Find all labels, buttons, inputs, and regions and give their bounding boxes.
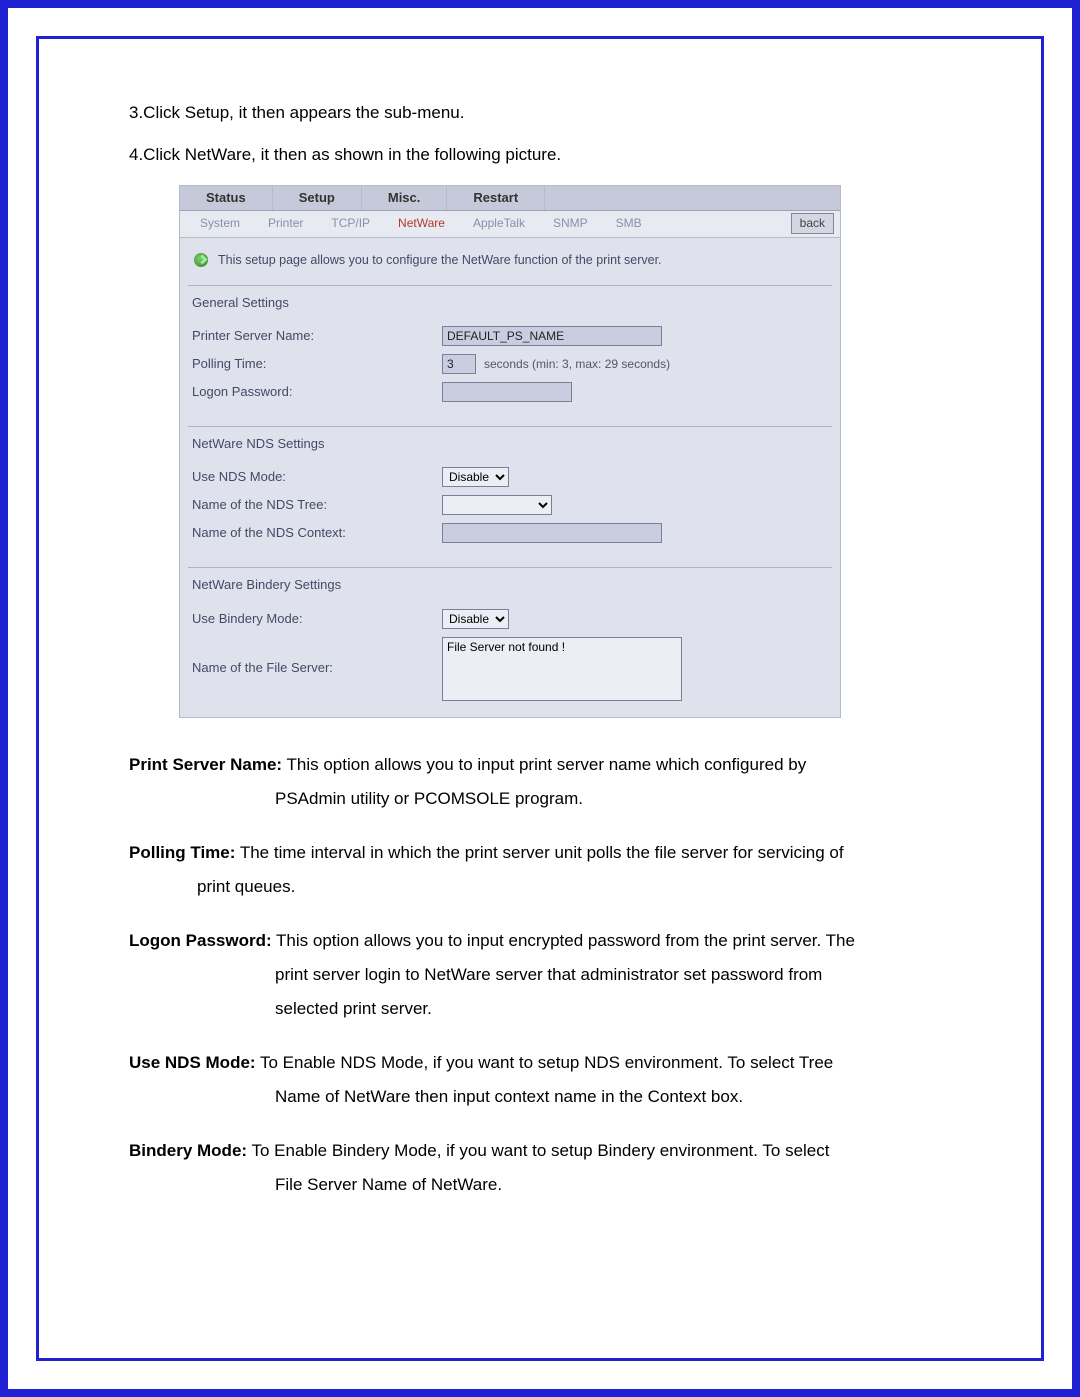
label-use-nds: Use NDS Mode: xyxy=(192,468,442,486)
select-use-bindery[interactable]: Disable xyxy=(442,609,509,629)
input-nds-context[interactable] xyxy=(442,523,662,543)
def-nds: Use NDS Mode: To Enable NDS Mode, if you… xyxy=(129,1046,951,1114)
sub-tabs: System Printer TCP/IP NetWare AppleTalk … xyxy=(180,211,840,238)
step-3: 3.Click Setup, it then appears the sub-m… xyxy=(129,101,951,125)
input-polling[interactable] xyxy=(442,354,476,374)
def-logon-label: Logon Password: xyxy=(129,931,272,950)
input-logon[interactable] xyxy=(442,382,572,402)
def-ps-name-l1: This option allows you to input print se… xyxy=(282,755,806,774)
def-polling: Polling Time: The time interval in which… xyxy=(129,836,951,904)
def-nds-label: Use NDS Mode: xyxy=(129,1053,256,1072)
def-bindery-l1: To Enable Bindery Mode, if you want to s… xyxy=(247,1141,829,1160)
tab-restart[interactable]: Restart xyxy=(447,186,545,210)
def-logon-l2: print server login to NetWare server tha… xyxy=(129,958,951,992)
section-general-title: General Settings xyxy=(192,290,828,322)
label-nds-tree: Name of the NDS Tree: xyxy=(192,496,442,514)
def-nds-l2: Name of NetWare then input context name … xyxy=(129,1080,951,1114)
def-logon-l3: selected print server. xyxy=(129,992,951,1026)
subtab-tcpip[interactable]: TCP/IP xyxy=(317,215,384,232)
subtab-system[interactable]: System xyxy=(186,215,254,232)
input-ps-name[interactable] xyxy=(442,326,662,346)
hint-polling: seconds (min: 3, max: 29 seconds) xyxy=(484,356,670,373)
label-logon: Logon Password: xyxy=(192,383,442,401)
tab-setup[interactable]: Setup xyxy=(273,186,362,210)
def-bindery-label: Bindery Mode: xyxy=(129,1141,247,1160)
select-nds-tree[interactable] xyxy=(442,495,552,515)
subtab-printer[interactable]: Printer xyxy=(254,215,317,232)
def-nds-l1: To Enable NDS Mode, if you want to setup… xyxy=(256,1053,834,1072)
def-ps-name-label: Print Server Name: xyxy=(129,755,282,774)
info-icon xyxy=(194,253,208,267)
step-4: 4.Click NetWare, it then as shown in the… xyxy=(129,143,951,167)
def-polling-label: Polling Time: xyxy=(129,843,235,862)
back-button[interactable]: back xyxy=(791,213,834,234)
section-nds: NetWare NDS Settings Use NDS Mode: Disab… xyxy=(188,426,832,559)
subtab-snmp[interactable]: SNMP xyxy=(539,215,602,232)
subtab-netware[interactable]: NetWare xyxy=(384,215,459,232)
label-use-bindery: Use Bindery Mode: xyxy=(192,610,442,628)
section-bindery-title: NetWare Bindery Settings xyxy=(192,572,828,604)
section-nds-title: NetWare NDS Settings xyxy=(192,431,828,463)
page-description: This setup page allows you to configure … xyxy=(218,252,662,270)
def-logon: Logon Password: This option allows you t… xyxy=(129,924,951,1026)
label-nds-context: Name of the NDS Context: xyxy=(192,524,442,542)
main-tabs: Status Setup Misc. Restart xyxy=(180,186,840,211)
tab-misc[interactable]: Misc. xyxy=(362,186,448,210)
subtab-smb[interactable]: SMB xyxy=(602,215,656,232)
section-bindery: NetWare Bindery Settings Use Bindery Mod… xyxy=(188,567,832,716)
section-general: General Settings Printer Server Name: Po… xyxy=(188,285,832,418)
def-polling-l1: The time interval in which the print ser… xyxy=(235,843,843,862)
subtab-appletalk[interactable]: AppleTalk xyxy=(459,215,539,232)
label-polling: Polling Time: xyxy=(192,355,442,373)
def-ps-name: Print Server Name: This option allows yo… xyxy=(129,748,951,816)
label-ps-name: Printer Server Name: xyxy=(192,327,442,345)
def-polling-l2: print queues. xyxy=(129,870,951,904)
tab-status[interactable]: Status xyxy=(180,186,273,210)
select-use-nds[interactable]: Disable xyxy=(442,467,509,487)
def-bindery: Bindery Mode: To Enable Bindery Mode, if… xyxy=(129,1134,951,1202)
def-ps-name-l2: PSAdmin utility or PCOMSOLE program. xyxy=(129,782,951,816)
textarea-file-server[interactable]: File Server not found ! xyxy=(442,637,682,701)
label-file-server: Name of the File Server: xyxy=(192,637,442,677)
def-bindery-l2: File Server Name of NetWare. xyxy=(129,1168,951,1202)
def-logon-l1: This option allows you to input encrypte… xyxy=(272,931,855,950)
netware-settings-screenshot: Status Setup Misc. Restart System Printe… xyxy=(179,185,841,718)
